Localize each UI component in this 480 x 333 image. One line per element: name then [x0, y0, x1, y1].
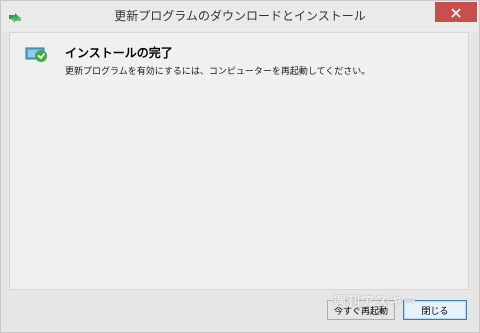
close-icon: [451, 3, 461, 22]
install-complete-icon: [25, 45, 49, 63]
restart-now-button[interactable]: 今すぐ再起動: [327, 300, 395, 320]
close-button[interactable]: 閉じる: [403, 300, 467, 320]
window-close-button[interactable]: [435, 2, 477, 22]
update-dialog-window: 更新プログラムのダウンロードとインストール インストールの完了 更新プログラムを…: [0, 0, 480, 333]
completion-heading: インストールの完了: [65, 46, 173, 60]
windows-update-icon: [8, 9, 22, 23]
title-bar[interactable]: 更新プログラムのダウンロードとインストール: [1, 1, 479, 31]
restart-message: 更新プログラムを有効にするには、コンピューターを再起動してください。: [65, 67, 371, 77]
content-panel: インストールの完了 更新プログラムを有効にするには、コンピューターを再起動してく…: [9, 32, 469, 290]
window-title: 更新プログラムのダウンロードとインストール: [114, 9, 366, 23]
